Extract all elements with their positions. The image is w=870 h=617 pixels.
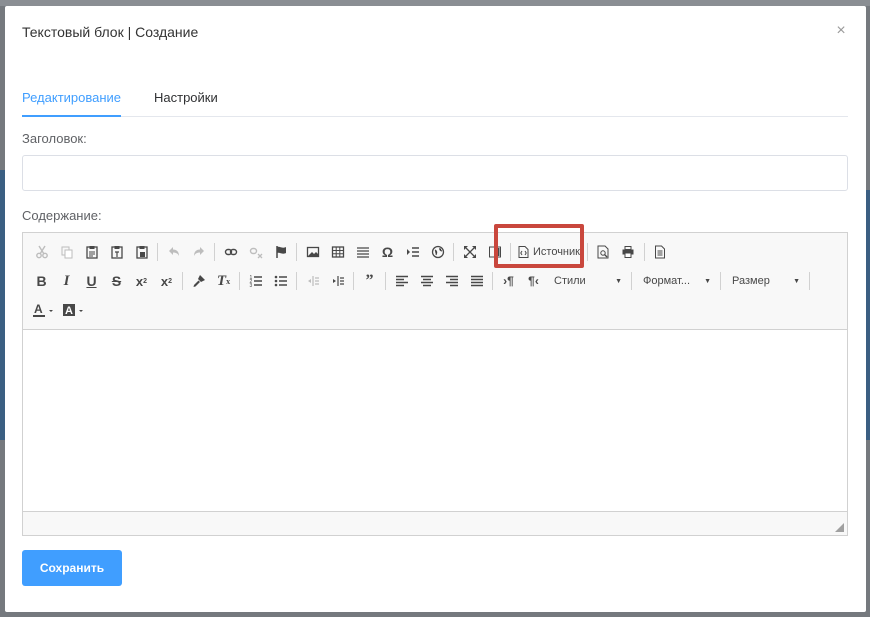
paste-word-icon[interactable] bbox=[129, 241, 154, 263]
chevron-down-icon: ▼ bbox=[615, 277, 622, 285]
toolbar-separator bbox=[385, 272, 386, 290]
bold-icon[interactable]: B bbox=[29, 270, 54, 292]
dialog-title: Текстовый блок | Создание bbox=[22, 24, 199, 40]
bulleted-list-icon[interactable] bbox=[268, 270, 293, 292]
justify-icon[interactable] bbox=[464, 270, 489, 292]
rtl-icon[interactable]: ¶‹ bbox=[521, 270, 546, 292]
source-icon bbox=[518, 246, 529, 258]
toolbar-separator bbox=[492, 272, 493, 290]
indent-icon[interactable] bbox=[325, 270, 350, 292]
text-color-icon[interactable]: A bbox=[29, 299, 59, 321]
copy-format-icon[interactable] bbox=[186, 270, 211, 292]
toolbar-separator bbox=[720, 272, 721, 290]
undo-icon[interactable] bbox=[161, 241, 186, 263]
numbered-list-icon[interactable]: 123 bbox=[243, 270, 268, 292]
table-icon[interactable] bbox=[325, 241, 350, 263]
editor-toolbar: Ω Источник B I U S x 2 x 2 T x 1 2 3 ” ›… bbox=[23, 233, 847, 330]
svg-text:A: A bbox=[65, 305, 73, 317]
toolbar-separator bbox=[353, 272, 354, 290]
toolbar-separator bbox=[510, 243, 511, 261]
format-dropdown[interactable]: Формат... ▼ bbox=[635, 270, 717, 292]
toolbar-row-3: A A bbox=[29, 298, 89, 322]
horizontal-line-icon[interactable] bbox=[350, 241, 375, 263]
unlink-icon[interactable] bbox=[243, 241, 268, 263]
editor-content-area[interactable] bbox=[23, 330, 847, 511]
ltr-icon[interactable]: ›¶ bbox=[496, 270, 521, 292]
text-block-dialog: Текстовый блок | Создание × Редактирован… bbox=[5, 6, 866, 612]
resize-handle-icon[interactable] bbox=[835, 523, 844, 532]
align-right-icon[interactable] bbox=[439, 270, 464, 292]
templates-icon[interactable] bbox=[648, 241, 673, 263]
strike-icon[interactable]: S bbox=[104, 270, 129, 292]
remove-format-icon[interactable]: Tx bbox=[211, 270, 236, 292]
toolbar-separator bbox=[631, 272, 632, 290]
size-dropdown[interactable]: Размер ▼ bbox=[724, 270, 806, 292]
toolbar-row-2: B I U S x2 x2 Tx 123 ” ›¶ ¶‹ Стили ▼ Фор… bbox=[29, 269, 813, 293]
title-label: Заголовок: bbox=[22, 131, 87, 146]
title-input[interactable] bbox=[22, 155, 848, 191]
italic-icon[interactable]: I bbox=[54, 270, 79, 292]
preview-icon[interactable] bbox=[591, 241, 616, 263]
chevron-down-icon: ▼ bbox=[793, 277, 800, 285]
tab-edit[interactable]: Редактирование bbox=[22, 90, 122, 117]
source-label: Источник bbox=[533, 246, 580, 258]
toolbar-separator bbox=[453, 243, 454, 261]
maximize-icon[interactable] bbox=[457, 241, 482, 263]
image-icon[interactable] bbox=[300, 241, 325, 263]
size-label: Размер bbox=[732, 275, 770, 287]
rich-text-editor: Ω Источник B I U S x 2 x 2 T x 1 2 3 ” ›… bbox=[22, 232, 848, 536]
paste-icon[interactable] bbox=[79, 241, 104, 263]
iframe-icon[interactable] bbox=[425, 241, 450, 263]
link-icon[interactable] bbox=[218, 241, 243, 263]
svg-text:3: 3 bbox=[249, 283, 252, 288]
show-blocks-icon[interactable] bbox=[482, 241, 507, 263]
close-icon[interactable]: × bbox=[834, 23, 848, 39]
align-left-icon[interactable] bbox=[389, 270, 414, 292]
print-icon[interactable] bbox=[616, 241, 641, 263]
blockquote-icon[interactable]: ” bbox=[357, 270, 382, 292]
save-button[interactable]: Сохранить bbox=[22, 550, 122, 586]
tab-bar: Редактирование Настройки bbox=[22, 90, 848, 117]
toolbar-separator bbox=[182, 272, 183, 290]
toolbar-separator bbox=[239, 272, 240, 290]
anchor-icon[interactable] bbox=[268, 241, 293, 263]
toolbar-row-1: Ω Источник bbox=[29, 240, 673, 264]
align-center-icon[interactable] bbox=[414, 270, 439, 292]
toolbar-separator bbox=[157, 243, 158, 261]
toolbar-separator bbox=[296, 272, 297, 290]
copy-icon[interactable] bbox=[54, 241, 79, 263]
toolbar-separator bbox=[643, 243, 645, 261]
tab-settings[interactable]: Настройки bbox=[154, 90, 218, 117]
editor-statusbar bbox=[23, 511, 847, 535]
styles-dropdown[interactable]: Стили ▼ bbox=[546, 270, 628, 292]
superscript-icon[interactable]: x2 bbox=[154, 270, 179, 292]
chevron-down-icon: ▼ bbox=[704, 277, 711, 285]
bg-color-icon[interactable]: A bbox=[59, 299, 89, 321]
toolbar-separator bbox=[214, 243, 215, 261]
redo-icon[interactable] bbox=[186, 241, 211, 263]
toolbar-separator bbox=[586, 243, 588, 261]
content-label: Содержание: bbox=[22, 208, 102, 223]
styles-label: Стили bbox=[554, 275, 586, 287]
source-button[interactable]: Источник bbox=[514, 241, 584, 263]
toolbar-separator bbox=[296, 243, 297, 261]
backdrop-band bbox=[866, 190, 870, 440]
subscript-icon[interactable]: x2 bbox=[129, 270, 154, 292]
outdent-icon[interactable] bbox=[300, 270, 325, 292]
cut-icon[interactable] bbox=[29, 241, 54, 263]
toolbar-separator bbox=[809, 272, 810, 290]
special-char-icon[interactable]: Ω bbox=[375, 241, 400, 263]
page-break-icon[interactable] bbox=[400, 241, 425, 263]
paste-text-icon[interactable] bbox=[104, 241, 129, 263]
format-label: Формат... bbox=[643, 275, 691, 287]
underline-icon[interactable]: U bbox=[79, 270, 104, 292]
svg-text:A: A bbox=[34, 303, 43, 316]
